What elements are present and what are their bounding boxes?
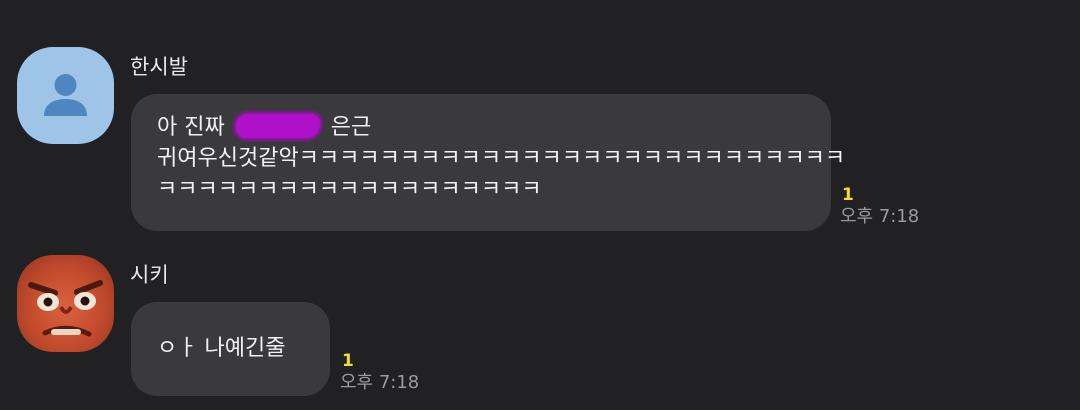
- message-group: 시키 ㅇㅏ 나예긴줄 1 오후 7:18: [0, 240, 1080, 410]
- default-person-icon: [44, 74, 87, 116]
- sender-name: 시키: [130, 263, 169, 287]
- unread-count: 1: [342, 351, 354, 371]
- message-meta: 1 오후 7:18: [840, 185, 919, 229]
- sender-name: 한시발: [130, 55, 188, 79]
- message-time: 오후 7:18: [840, 206, 920, 227]
- avatar[interactable]: [17, 255, 114, 352]
- redaction-scribble: [235, 114, 320, 138]
- message-line: 귀여우신것같악ㅋㅋㅋㅋㅋㅋㅋㅋㅋㅋㅋㅋㅋㅋㅋㅋㅋㅋㅋㅋㅋㅋㅋㅋㅋㅋㅋ: [157, 146, 846, 171]
- message-line: ㅋㅋㅋㅋㅋㅋㅋㅋㅋㅋㅋㅋㅋㅋㅋㅋㅋㅋㅋ: [157, 177, 542, 202]
- message-group: 한시발 아 진짜 은근 귀여우신것같악ㅋㅋㅋㅋㅋㅋㅋㅋㅋㅋㅋㅋㅋㅋㅋㅋㅋㅋㅋㅋㅋ…: [0, 0, 1080, 240]
- chat-room: 한시발 아 진짜 은근 귀여우신것같악ㅋㅋㅋㅋㅋㅋㅋㅋㅋㅋㅋㅋㅋㅋㅋㅋㅋㅋㅋㅋㅋ…: [0, 0, 1080, 410]
- message-text: 아 진짜: [157, 115, 225, 140]
- message-bubble[interactable]: ㅇㅏ 나예긴줄: [131, 302, 330, 396]
- avatar[interactable]: [17, 47, 114, 144]
- message-bubble[interactable]: 아 진짜 은근 귀여우신것같악ㅋㅋㅋㅋㅋㅋㅋㅋㅋㅋㅋㅋㅋㅋㅋㅋㅋㅋㅋㅋㅋㅋㅋㅋㅋ…: [131, 94, 846, 231]
- unread-count: 1: [842, 185, 854, 205]
- angry-face-icon: [28, 280, 103, 337]
- message-line: ㅇㅏ 나예긴줄: [157, 336, 286, 361]
- message-text: 은근: [330, 115, 372, 140]
- message-line: 아 진짜 은근: [157, 112, 809, 143]
- message-meta: 1 오후 7:18: [340, 351, 419, 395]
- message-time: 오후 7:18: [340, 372, 420, 393]
